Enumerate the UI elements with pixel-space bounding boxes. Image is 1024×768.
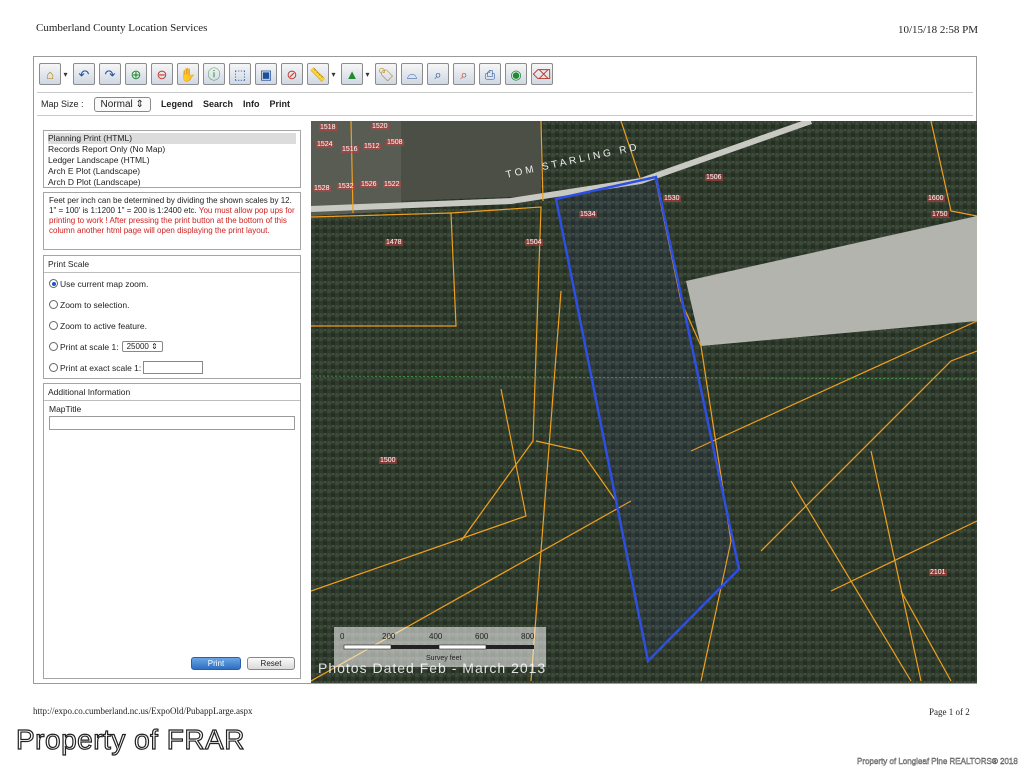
scale-option-exact[interactable]: Print at exact scale 1: [44, 357, 300, 378]
parcel-label[interactable]: 1528 [313, 185, 331, 192]
scale-option-active-feature[interactable]: Zoom to active feature. [44, 315, 300, 336]
print-note: Feet per inch can be determined by divid… [43, 192, 301, 250]
parcel-label[interactable]: 1524 [316, 141, 334, 148]
parcel-label[interactable]: 1508 [386, 139, 404, 146]
section-heading: Print Scale [44, 256, 300, 273]
list-item[interactable]: Ledger Landscape (HTML) [48, 155, 296, 166]
option-label: Print at scale 1: [60, 341, 119, 352]
parcel-label[interactable]: 1520 [371, 123, 389, 130]
option-label: Print at exact scale 1: [60, 362, 142, 373]
scale-tick-label: 200 [382, 632, 396, 641]
info-link[interactable]: Info [243, 99, 260, 109]
scale-tick-label: 800 [521, 632, 535, 641]
scale-option-selection[interactable]: Zoom to selection. [44, 294, 300, 315]
parcel-label[interactable]: 1530 [663, 195, 681, 202]
chevron-down-icon[interactable]: ▾ [364, 70, 371, 79]
list-item[interactable]: Records Report Only (No Map) [48, 144, 296, 155]
radio-icon[interactable] [49, 300, 58, 309]
parcel-label[interactable]: 1532 [337, 183, 355, 190]
print-icon[interactable]: ⎙ [479, 63, 501, 85]
layers-icon[interactable]: ▲ [341, 63, 363, 85]
option-label: Zoom to selection. [60, 299, 130, 310]
clear-icon[interactable]: ⊘ [281, 63, 303, 85]
map-title-input[interactable] [49, 416, 295, 430]
query-icon[interactable]: ⌕ [453, 63, 475, 85]
parcel-label[interactable]: 1526 [360, 181, 378, 188]
scale-select[interactable]: 25000 ⇕ [121, 341, 163, 352]
parcel-label[interactable]: 2101 [929, 569, 947, 576]
list-item[interactable]: Arch D Plot (Landscape) [48, 177, 296, 188]
watermark-left: Property of FRAR [15, 723, 245, 755]
hand-icon[interactable]: ✋ [177, 63, 199, 85]
toolbar: ⌂ ▾ ↶ ↷ ⊕ ⊖ ✋ ⓘ ⬚ ▣ ⊘ 📏 ▾ ▲ ▾ 🏷 ⌓ ⌕ ⌕ ⎙ … [37, 58, 975, 90]
photo-date-caption: Photos Dated Feb - March 2013 [318, 660, 547, 676]
erase-icon[interactable]: ⌫ [531, 63, 553, 85]
footer-page: Page 1 of 2 [929, 707, 970, 717]
page-header-datetime: 10/15/18 2:58 PM [898, 24, 979, 36]
section-heading: Additional Information [44, 384, 300, 401]
search-icon[interactable]: ⌕ [427, 63, 449, 85]
info-icon[interactable]: ⓘ [203, 63, 225, 85]
print-layout-list[interactable]: Planning Print (HTML) Records Report Onl… [43, 130, 301, 188]
radio-selected-icon[interactable] [49, 279, 58, 288]
map-size-label: Map Size : [41, 99, 84, 109]
print-scale-panel: Print Scale Use current map zoom. Zoom t… [43, 255, 301, 379]
chevron-down-icon[interactable]: ▾ [62, 70, 69, 79]
residential-area [311, 121, 401, 216]
parcel-label[interactable]: 1500 [379, 457, 397, 464]
parcel-label[interactable]: 1522 [383, 181, 401, 188]
list-item[interactable]: Arch E Plot (Landscape) [48, 166, 296, 177]
watermark-right: Property of Longleaf Pine REALTORS® 2018 [857, 757, 1018, 766]
map-canvas[interactable]: 1520 1524 1516 1512 1508 1528 1532 1526 … [311, 121, 977, 683]
reset-button[interactable]: Reset [247, 657, 295, 670]
parcel-label[interactable]: 1478 [385, 239, 403, 246]
legend-link[interactable]: Legend [161, 99, 193, 109]
clearing [401, 121, 541, 201]
chevron-down-icon[interactable]: ▾ [330, 70, 337, 79]
page-header-title: Cumberland County Location Services [36, 22, 208, 34]
map-title-label: MapTitle [49, 404, 82, 414]
parcel-label[interactable]: 1750 [931, 211, 949, 218]
zoom-out-icon[interactable]: ⊖ [151, 63, 173, 85]
radio-icon[interactable] [49, 342, 58, 351]
option-label: Use current map zoom. [60, 278, 149, 289]
zoom-in-icon[interactable]: ⊕ [125, 63, 147, 85]
map-size-select[interactable]: Normal ⇕ [93, 96, 151, 112]
parcel-label[interactable]: 1512 [363, 143, 381, 150]
scale-option-current[interactable]: Use current map zoom. [44, 273, 300, 294]
additional-info-panel: Additional Information MapTitle [43, 383, 301, 679]
parcel-label[interactable]: 1506 [705, 174, 723, 181]
pan-left-icon[interactable]: ↶ [73, 63, 95, 85]
parcel-label[interactable]: 1600 [927, 195, 945, 202]
print-button[interactable]: Print [191, 657, 241, 670]
list-item[interactable]: Planning Print (HTML) [48, 133, 296, 144]
scale-tick-label: 600 [475, 632, 489, 641]
radio-icon[interactable] [49, 321, 58, 330]
parcel-label[interactable]: 1516 [341, 146, 359, 153]
buffer-icon[interactable]: ⌓ [401, 63, 423, 85]
measure-icon[interactable]: 📏 [307, 63, 329, 85]
scale-option-fixed[interactable]: Print at scale 1: 25000 ⇕ [44, 336, 300, 357]
tag-icon[interactable]: 🏷 [375, 63, 397, 85]
radio-icon[interactable] [49, 363, 58, 372]
aerial-map[interactable] [311, 121, 977, 683]
search-link[interactable]: Search [203, 99, 233, 109]
parcel-label[interactable]: 1534 [579, 211, 597, 218]
pan-right-icon[interactable]: ↷ [99, 63, 121, 85]
select-icon[interactable]: ⬚ [229, 63, 251, 85]
scale-tick-label: 400 [429, 632, 443, 641]
footer-url: http://expo.co.cumberland.nc.us/ExpoOld/… [33, 706, 253, 716]
parcel-label[interactable]: 1518 [319, 124, 337, 131]
view-icon[interactable]: ◉ [505, 63, 527, 85]
exact-scale-input[interactable] [143, 361, 204, 374]
select-box-icon[interactable]: ▣ [255, 63, 277, 85]
scale-select-value: 25000 [126, 342, 149, 351]
map-size-value: Normal [100, 98, 133, 110]
parcel-label[interactable]: 1504 [525, 239, 543, 246]
menu-bar: Map Size : Normal ⇕ Legend Search Info P… [37, 92, 973, 116]
print-link[interactable]: Print [269, 99, 290, 109]
option-label: Zoom to active feature. [60, 320, 147, 331]
scale-tick-label: 0 [340, 632, 345, 641]
home-icon[interactable]: ⌂ [39, 63, 61, 85]
